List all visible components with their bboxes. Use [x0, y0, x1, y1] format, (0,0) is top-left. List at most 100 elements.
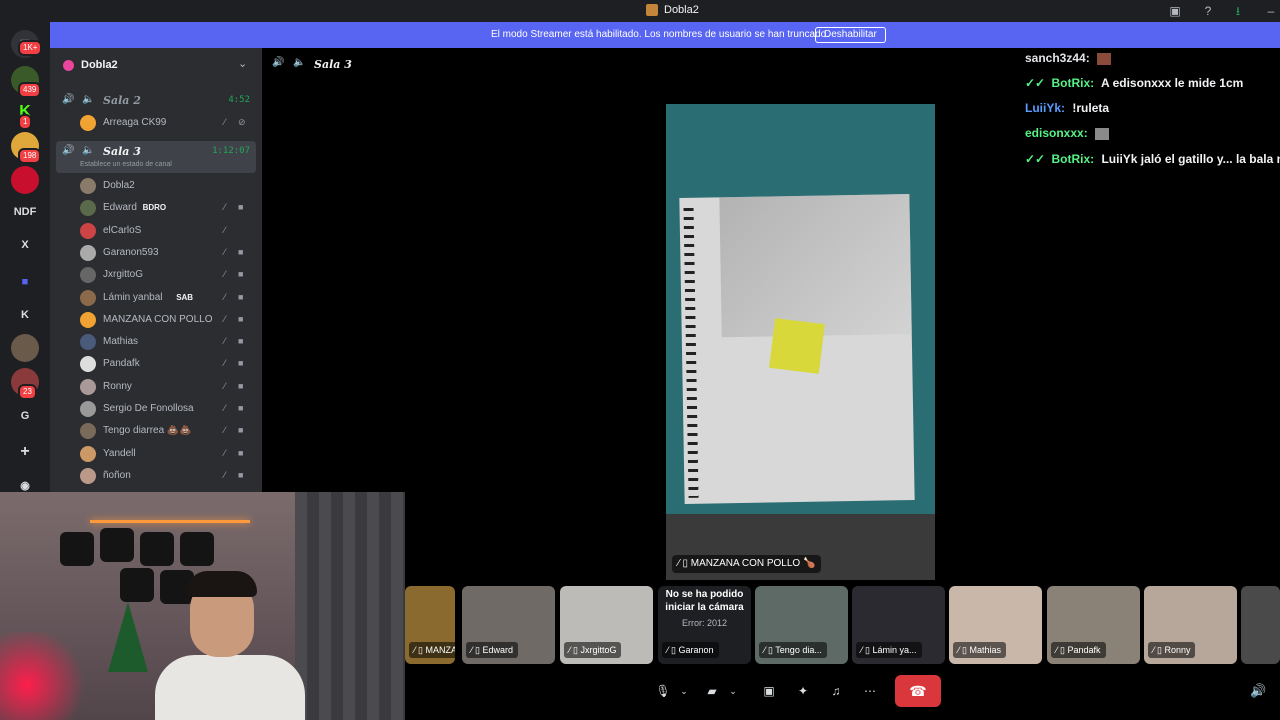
- chat-text: LuiiYk jaló el gatillo y... la bala no: [1101, 152, 1280, 166]
- chevron-down-icon[interactable]: ⌄: [720, 677, 746, 705]
- camera-error-title: No se ha podido iniciar la cámara: [665, 589, 744, 613]
- server-icon[interactable]: X: [11, 231, 39, 259]
- server-icon[interactable]: NDF: [11, 198, 39, 226]
- mute-icon: ⁄: [224, 358, 226, 369]
- server-icon[interactable]: [11, 166, 39, 194]
- emote-icon: [1095, 127, 1110, 140]
- mute-icon: ⁄: [224, 380, 226, 391]
- volume-icon[interactable]: 🔊: [1250, 683, 1266, 699]
- participant-strip: ⁄ ▯ MANZAN... ⁄ ▯ Edward ⁄ ▯ JxrgittoG No s…: [405, 586, 1280, 664]
- avatar: [80, 200, 96, 217]
- server-icon[interactable]: K: [11, 301, 39, 329]
- member-name: ñoñon: [103, 469, 131, 481]
- voice-member[interactable]: elCarloS ⁄: [80, 221, 256, 241]
- video-content: [679, 194, 915, 504]
- soundboard-icon[interactable]: ♫: [823, 677, 849, 705]
- camera-icon: ■: [238, 269, 244, 280]
- speaker-icon: 🔊: [62, 145, 75, 156]
- participant-tile[interactable]: No se ha podido iniciar la cámara Error: …: [658, 586, 751, 664]
- server-list: 🎮 1K+ 439 K 1 198 NDF X ■ K 23 G + ◉: [0, 22, 50, 492]
- call-controls: 🎙 ⌄ ▰ ⌄ ▣ ✦ ♫ ⋯ ☎: [645, 673, 945, 709]
- server-badge: 198: [18, 148, 42, 164]
- focused-video-label: ⁄ ▯ MANZANA CON POLLO 🍗: [672, 555, 822, 573]
- voice-member[interactable]: Garanon593 ⁄ ■: [80, 243, 256, 263]
- avatar: [80, 423, 96, 440]
- disable-streamer-button[interactable]: Deshabilitar: [815, 27, 886, 43]
- participant-tile[interactable]: ⁄ ▯ Tengo dia...: [755, 586, 848, 664]
- add-server-icon[interactable]: +: [11, 438, 39, 466]
- participant-tile[interactable]: ⁄ ▯ Lámin ya...: [852, 586, 945, 664]
- member-name: Arreaga CK99: [103, 117, 167, 128]
- voice-member[interactable]: MANZANA CON POLLO ... ⁄ ■: [80, 310, 256, 330]
- channel-status[interactable]: Establece un estado de canal: [80, 161, 172, 168]
- volume-icon: 🔈: [293, 57, 306, 68]
- chat-message: edisonxxx:: [1025, 126, 1110, 140]
- tile-label: ⁄ ▯ Ronny: [1148, 642, 1196, 658]
- participant-tile[interactable]: [1241, 586, 1280, 664]
- tile-label: ⁄ ▯ MANZAN...: [409, 642, 455, 658]
- member-name: Edward: [103, 202, 137, 214]
- help-icon[interactable]: ?: [1201, 4, 1215, 18]
- channel-timer: 1:12:07: [212, 146, 250, 156]
- participant-tile[interactable]: ⁄ ▯ Mathias: [949, 586, 1042, 664]
- chat-message: ✓✓ BotRix: LuiiYk jaló el gatillo y... l…: [1025, 152, 1280, 166]
- avatar: [80, 178, 96, 194]
- voice-channel-sala-2[interactable]: 🔊 🔈 Sala 2 4:52: [56, 90, 256, 112]
- server-icon[interactable]: [11, 334, 39, 362]
- voice-member[interactable]: Mathias ⁄ ■: [80, 332, 256, 352]
- voice-channel-sala-3[interactable]: 🔊 🔈 Sala 3 1:12:07 Establece un estado d…: [56, 141, 256, 173]
- deafen-icon: ⊘: [238, 117, 246, 127]
- voice-member[interactable]: Ronny ⁄ ■: [80, 377, 256, 397]
- tile-label: ⁄ ▯ Tengo dia...: [759, 642, 827, 658]
- guild-name[interactable]: Dobla2: [81, 59, 118, 71]
- disconnect-button[interactable]: ☎: [895, 675, 941, 707]
- avatar: [80, 401, 96, 417]
- voice-member[interactable]: Arreaga CK99 ⁄ ⊘: [80, 113, 256, 133]
- minimize-icon[interactable]: –: [1264, 4, 1278, 18]
- chat-username: BotRix:: [1051, 152, 1095, 166]
- more-options-icon[interactable]: ⋯: [857, 677, 883, 705]
- avatar: [80, 467, 96, 484]
- voice-member[interactable]: Sergio De Fonollosa ⁄ ■: [80, 399, 256, 419]
- camera-error-code: Error: 2012: [681, 618, 728, 628]
- server-badge: 1: [18, 114, 33, 130]
- activities-icon[interactable]: ✦: [790, 677, 816, 705]
- tile-label: ⁄ ▯ Pandafk: [1051, 642, 1106, 658]
- participant-tile[interactable]: ⁄ ▯ Pandafk: [1047, 586, 1140, 664]
- camera-icon: ■: [238, 403, 244, 413]
- member-name: Garanon593: [103, 246, 159, 258]
- avatar: [80, 356, 96, 373]
- mute-icon: ⁄: [224, 202, 226, 213]
- voice-member[interactable]: Tengo diarrea 💩💩 ⁄ ■: [80, 421, 256, 441]
- participant-tile[interactable]: ⁄ ▯ Edward: [462, 586, 555, 664]
- tile-label: ⁄ ▯ Edward: [466, 642, 518, 658]
- chevron-down-icon[interactable]: ⌄: [238, 57, 247, 70]
- server-icon[interactable]: G: [11, 402, 39, 430]
- participant-tile[interactable]: ⁄ ▯ MANZAN...: [405, 586, 455, 664]
- voice-member[interactable]: Pandafk ⁄ ■: [80, 354, 256, 374]
- mute-icon: ⁄: [224, 313, 226, 324]
- voice-member[interactable]: Yandell ⁄ ■: [80, 444, 256, 464]
- participant-tile[interactable]: ⁄ ▯ JxrgittoG: [560, 586, 653, 664]
- member-name: Pandafk: [103, 358, 140, 370]
- voice-member[interactable]: Dobla2: [80, 176, 256, 196]
- folder-icon[interactable]: ■: [11, 268, 39, 296]
- voice-member[interactable]: ñoñon ⁄ ■: [80, 466, 256, 486]
- avatar: [80, 311, 96, 328]
- voice-member[interactable]: Edward BDRO ⁄ ■: [80, 198, 256, 218]
- server-badge: 439: [18, 82, 42, 98]
- mute-icon: ⁄: [224, 117, 226, 127]
- stage-channel-name: Sala 3: [314, 58, 352, 71]
- voice-member[interactable]: JxrgittoG ⁄ ■: [80, 265, 256, 285]
- chevron-down-icon[interactable]: ⌄: [671, 677, 697, 705]
- screen-share-icon[interactable]: ▣: [756, 677, 782, 705]
- chat-message: sanch3z44:: [1025, 51, 1112, 65]
- participant-tile[interactable]: ⁄ ▯ Ronny: [1144, 586, 1237, 664]
- speaker-icon: 🔊: [272, 57, 285, 68]
- webcam-overlay: [0, 492, 405, 720]
- voice-member[interactable]: Lámin yanbal SAB ⁄ ■: [80, 288, 256, 308]
- download-icon[interactable]: ⭳: [1231, 4, 1245, 18]
- inbox-icon[interactable]: ▣: [1168, 4, 1182, 18]
- focused-video[interactable]: [666, 104, 935, 580]
- avatar: [80, 115, 96, 131]
